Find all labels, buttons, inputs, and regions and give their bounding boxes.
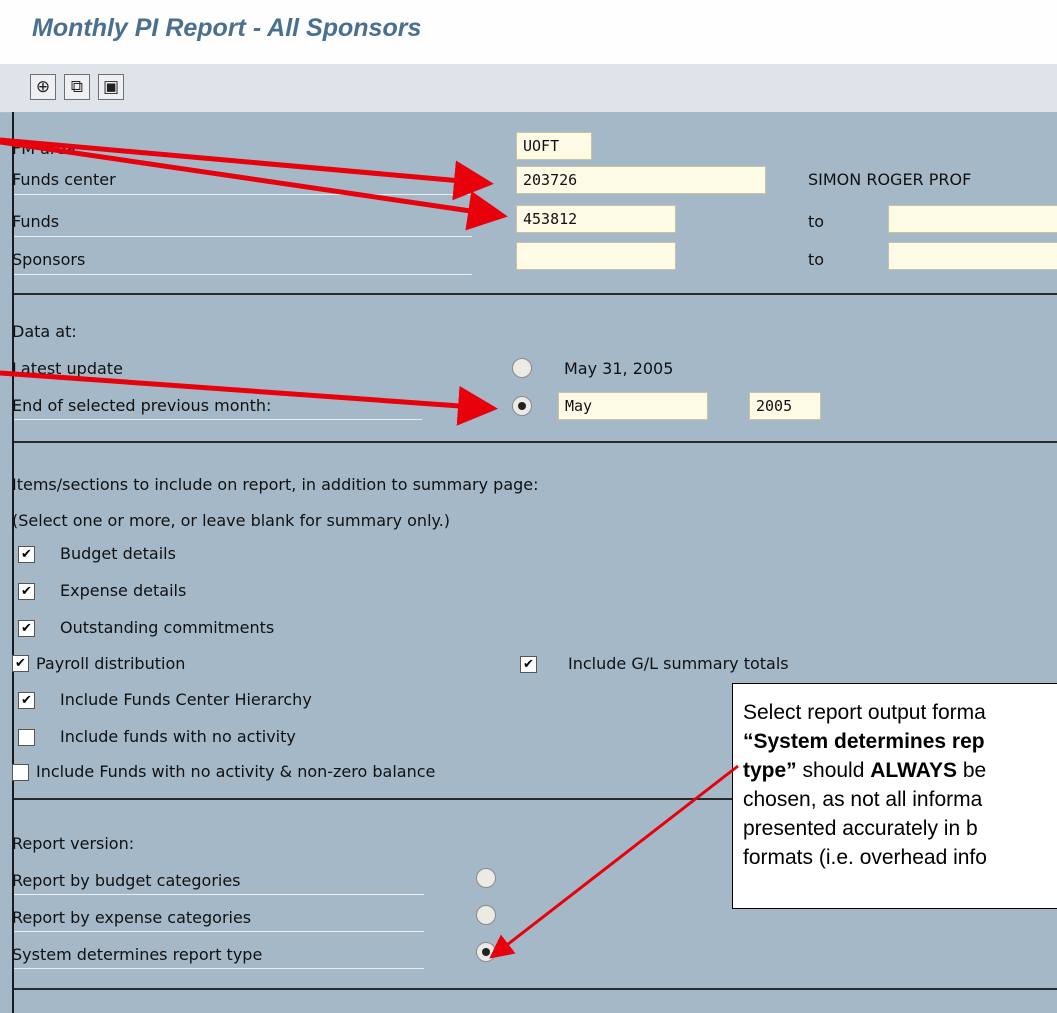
system-determines-label: System determines report type <box>12 945 263 964</box>
gl-summary-label: Include G/L summary totals <box>568 654 789 673</box>
section-divider <box>14 988 1057 990</box>
underline <box>14 968 424 969</box>
fm-area-label: FM area <box>12 139 76 158</box>
execute-icon[interactable]: ⊕ <box>30 74 56 100</box>
funds-to-label: to <box>808 212 825 231</box>
funds-center-description: SIMON ROGER PROF <box>808 170 972 189</box>
year-field[interactable]: 2005 <box>749 392 821 420</box>
callout-line: presented accurately in b <box>743 817 978 840</box>
funds-label: Funds <box>12 212 60 231</box>
underline <box>14 194 472 195</box>
instruction-callout: Select report output forma “System deter… <box>732 683 1057 909</box>
underline <box>14 894 424 895</box>
budget-details-checkbox[interactable]: ✔ <box>18 546 35 563</box>
underline <box>14 236 472 237</box>
funds-center-field[interactable]: 203726 <box>516 166 766 194</box>
items-subheading: (Select one or more, or leave blank for … <box>12 511 451 530</box>
by-budget-radio[interactable] <box>476 868 496 888</box>
system-determines-radio[interactable] <box>476 942 496 962</box>
callout-line: chosen, as not all informa <box>743 788 983 811</box>
report-version-heading: Report version: <box>12 834 135 853</box>
payroll-distribution-label: Payroll distribution <box>36 654 186 673</box>
section-divider <box>14 441 1057 443</box>
previous-month-label: End of selected previous month: <box>12 396 272 415</box>
info-icon[interactable]: ▣ <box>98 74 124 100</box>
by-expense-radio[interactable] <box>476 905 496 925</box>
no-activity-checkbox[interactable] <box>18 729 35 746</box>
callout-line: Select report output forma <box>743 701 986 724</box>
underline <box>14 274 472 275</box>
hierarchy-checkbox[interactable]: ✔ <box>18 692 35 709</box>
copy-variant-icon[interactable]: ⧉ <box>64 74 90 100</box>
latest-update-radio[interactable] <box>512 358 532 378</box>
by-budget-label: Report by budget categories <box>12 871 241 890</box>
callout-line: type” should ALWAYS be <box>743 759 987 782</box>
callout-line: “System determines rep <box>743 730 985 753</box>
section-divider <box>14 293 1057 295</box>
outstanding-commitments-checkbox[interactable]: ✔ <box>18 620 35 637</box>
budget-details-label: Budget details <box>60 544 176 563</box>
sponsors-from-field[interactable] <box>516 242 676 270</box>
funds-to-field[interactable] <box>888 205 1057 233</box>
no-activity-balance-checkbox[interactable] <box>12 764 29 781</box>
callout-line: formats (i.e. overhead info <box>743 846 987 869</box>
underline <box>14 419 422 420</box>
sponsors-to-label: to <box>808 250 825 269</box>
previous-month-radio[interactable] <box>512 396 532 416</box>
hierarchy-label: Include Funds Center Hierarchy <box>60 690 312 709</box>
latest-update-date: May 31, 2005 <box>564 359 674 378</box>
by-expense-label: Report by expense categories <box>12 908 252 927</box>
month-field[interactable]: May <box>558 392 708 420</box>
expense-details-label: Expense details <box>60 581 187 600</box>
title-bar: Monthly PI Report - All Sponsors <box>0 0 1057 64</box>
no-activity-balance-label: Include Funds with no activity & non-zer… <box>36 762 436 781</box>
sponsors-label: Sponsors <box>12 250 86 269</box>
fm-area-field[interactable]: UOFT <box>516 132 592 160</box>
page-title: Monthly PI Report - All Sponsors <box>32 14 422 42</box>
data-at-heading: Data at: <box>12 322 77 341</box>
funds-from-field[interactable]: 453812 <box>516 205 676 233</box>
payroll-distribution-checkbox[interactable]: ✔ <box>12 655 29 672</box>
expense-details-checkbox[interactable]: ✔ <box>18 583 35 600</box>
outstanding-commitments-label: Outstanding commitments <box>60 618 275 637</box>
sponsors-to-field[interactable] <box>888 242 1057 270</box>
funds-center-label: Funds center <box>12 170 116 189</box>
gl-summary-checkbox[interactable]: ✔ <box>520 656 537 673</box>
latest-update-label: Latest update <box>12 359 123 378</box>
underline <box>14 931 424 932</box>
application-toolbar: ⊕ ⧉ ▣ <box>0 64 1057 113</box>
items-heading: Items/sections to include on report, in … <box>12 475 539 494</box>
no-activity-label: Include funds with no activity <box>60 727 296 746</box>
